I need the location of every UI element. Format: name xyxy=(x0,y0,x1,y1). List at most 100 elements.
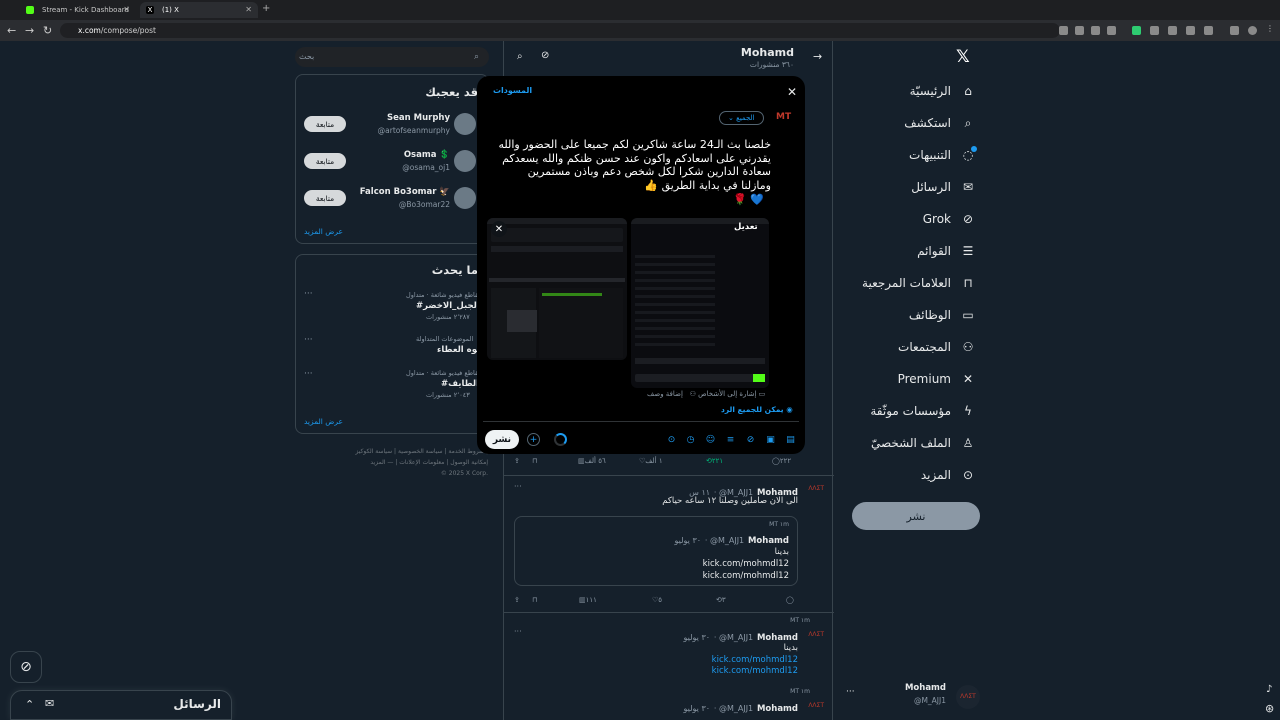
sidebar-item-lists[interactable]: ☰ القوائم xyxy=(917,239,975,263)
extension-icon[interactable] xyxy=(1230,26,1239,35)
suggested-user-name[interactable]: Osama 💲 xyxy=(404,150,450,160)
show-more-link[interactable]: عرض المزيد xyxy=(304,227,343,236)
compose-textarea[interactable]: خلصنا بث الـ24 ساعة شاكرين لكم جميعا على… xyxy=(495,138,771,192)
extension-icon[interactable] xyxy=(1168,26,1177,35)
reply-setting[interactable]: يمكن للجميع الرد ◉ xyxy=(721,405,793,414)
back-icon[interactable]: ← xyxy=(7,24,16,37)
more-dots-icon[interactable]: ··· xyxy=(514,482,522,491)
edit-image-button[interactable]: تعديل xyxy=(734,222,758,232)
sidebar-item-bookmarks[interactable]: ⊓ العلامات المرجعية xyxy=(862,271,975,295)
footer-line[interactable]: شروط الخدمة | سياسة الخصوصية | سياسة الك… xyxy=(318,446,488,457)
close-tab-icon[interactable]: ✕ xyxy=(245,5,252,14)
follow-button[interactable]: متابعة xyxy=(304,190,346,206)
tweet[interactable]: MT ١m ΛΛΣΤ ٣٠ يوليو · @M_AJJ1 Mohamd xyxy=(504,684,834,720)
gif-icon[interactable]: ▣ xyxy=(765,434,776,445)
follow-button[interactable]: متابعة xyxy=(304,153,346,169)
share-icon[interactable]: ⇪ xyxy=(514,457,520,465)
new-tab-icon[interactable]: + xyxy=(262,3,270,14)
suggested-user-name[interactable]: Falcon Bo3omar 🦅 xyxy=(360,187,450,197)
bookmark-icon[interactable]: ⊓ xyxy=(532,596,537,604)
messages-drawer[interactable]: ⌃ ✉ الرسائل xyxy=(10,690,232,720)
tweet[interactable]: MT ١m ΛΛΣΤ ··· ٣٠ يوليو · @M_AJJ1 Mohamd… xyxy=(504,612,834,684)
avatar[interactable] xyxy=(454,113,476,135)
menu-dots-icon[interactable]: ⋮ xyxy=(1266,24,1275,33)
view-count[interactable]: ▥ ٥٦ ألف xyxy=(578,457,606,465)
more-dots-icon[interactable]: ··· xyxy=(304,289,313,299)
zoom-icon[interactable] xyxy=(1091,26,1100,35)
microphone-icon[interactable]: ♪ xyxy=(1266,684,1272,695)
forward-icon[interactable]: → xyxy=(25,24,34,37)
location-icon[interactable]: ⊙ xyxy=(666,434,677,445)
sidebar-item-jobs[interactable]: ▭ الوظائف xyxy=(909,303,975,327)
add-thread-icon[interactable]: + xyxy=(527,433,540,446)
repost-count[interactable]: ⟲ ٣ xyxy=(716,596,726,604)
avatar[interactable] xyxy=(1248,26,1257,35)
like-count[interactable]: ♡ ١ ألف xyxy=(639,457,663,465)
settings-icon[interactable]: ⊛ xyxy=(1265,702,1274,715)
trend-name[interactable]: كوه العطاء xyxy=(437,345,482,355)
like-count[interactable]: ♡ ٥ xyxy=(652,596,662,604)
more-dots-icon[interactable]: ··· xyxy=(304,369,313,379)
search-icon[interactable]: ⌕ xyxy=(517,51,523,62)
star-icon[interactable] xyxy=(1107,26,1116,35)
share-icon[interactable]: ⇪ xyxy=(514,596,520,604)
extension-icon[interactable] xyxy=(1186,26,1195,35)
remove-image-icon[interactable]: ✕ xyxy=(491,221,507,237)
more-dots-icon[interactable]: ··· xyxy=(846,687,855,697)
post-button[interactable]: نشر xyxy=(485,430,519,449)
quoted-tweet[interactable]: MT ١m ٣٠ يوليو · @M_AJJ1 Mohamd بدينا ki… xyxy=(514,516,798,586)
reload-icon[interactable]: ↻ xyxy=(43,24,52,37)
tag-people-button[interactable]: إشارة إلى الأشخاص ⚇ xyxy=(690,390,757,398)
sidebar-item-communities[interactable]: ⚇ المجتمعات xyxy=(898,335,975,359)
puzzle-icon[interactable] xyxy=(1204,26,1213,35)
drafts-link[interactable]: المسودات xyxy=(493,86,532,95)
tweet[interactable]: ΛΛΣΤ ··· ١١ س · @M_AJJ1 Mohamd الى الان … xyxy=(504,475,834,612)
chevron-up-icon[interactable]: ⌃ xyxy=(25,698,34,711)
sidebar-item-premium[interactable]: ✕ Premium xyxy=(898,367,975,391)
browser-tab-x[interactable]: X (1) X ✕ xyxy=(140,2,258,18)
suggested-user-name[interactable]: Sean Murphy xyxy=(387,113,450,123)
more-dots-icon[interactable]: ··· xyxy=(304,335,313,345)
more-dots-icon[interactable]: ··· xyxy=(514,627,522,636)
sidebar-item-verified-orgs[interactable]: ϟ مؤسسات موثّقة xyxy=(870,399,975,423)
extension-icon[interactable] xyxy=(1150,26,1159,35)
tweet-link[interactable]: kick.com/mohmdl12 xyxy=(712,655,798,665)
emoji-icon[interactable]: ☺ xyxy=(705,434,716,445)
url-bar[interactable]: x.com/compose/post xyxy=(60,23,1060,38)
sidebar-item-more[interactable]: ⊙ المزيد xyxy=(921,463,975,487)
grok-icon[interactable]: ⊘ xyxy=(541,50,549,61)
show-more-link[interactable]: عرض المزيد xyxy=(304,417,343,426)
trend-name[interactable]: #الجبل_الاخضر xyxy=(416,301,480,311)
follow-button[interactable]: متابعة xyxy=(304,116,346,132)
audience-selector[interactable]: ⌄ الجميع xyxy=(719,111,764,125)
back-arrow-icon[interactable]: → xyxy=(813,50,822,63)
reply-count[interactable]: ◯ ٢٢٢ xyxy=(772,457,791,465)
attached-image-2[interactable] xyxy=(631,218,769,388)
new-message-icon[interactable]: ✉ xyxy=(45,697,54,710)
sidebar-item-profile[interactable]: ♙ الملف الشخصيّ xyxy=(871,431,975,455)
sidebar-item-messages[interactable]: ✉ الرسائل xyxy=(911,175,975,199)
screen-icon[interactable] xyxy=(1059,26,1068,35)
search-input[interactable]: بحث ⌕ xyxy=(295,47,489,67)
tweet-link[interactable]: kick.com/mohmdl12 xyxy=(712,666,798,676)
close-tab-icon[interactable]: ✕ xyxy=(123,5,130,14)
grok-floating-button[interactable]: ⊘ xyxy=(10,651,42,683)
sidebar-post-button[interactable]: نشر xyxy=(852,502,980,530)
account-switcher[interactable]: ··· Mohamd @M_AJJ1 ΛΛΣΤ xyxy=(842,683,982,713)
sidebar-item-notifications[interactable]: ◌ التنبيهات xyxy=(909,143,977,167)
image-icon[interactable]: ▤ xyxy=(785,434,796,445)
sidebar-item-home[interactable]: ⌂ الرئيسيّة xyxy=(910,79,975,103)
sidebar-item-grok[interactable]: ⊘ Grok xyxy=(923,207,975,231)
grok-icon[interactable]: ⊘ xyxy=(745,434,756,445)
x-logo-icon[interactable]: 𝕏 xyxy=(956,47,970,67)
browser-tab-kick[interactable]: Stream - Kick Dashboard ✕ xyxy=(20,2,136,18)
avatar[interactable] xyxy=(454,150,476,172)
attached-image-1[interactable] xyxy=(487,218,627,360)
sidebar-item-explore[interactable]: ⌕ استكشف xyxy=(904,111,975,135)
repost-count[interactable]: ⟲ ٢٢١ xyxy=(706,457,723,465)
poll-icon[interactable]: ≡ xyxy=(725,434,736,445)
trend-name[interactable]: #الطايف xyxy=(441,379,479,389)
footer-line[interactable]: إمكانية الوصول | معلومات الإعلانات | — ا… xyxy=(318,457,488,468)
translate-icon[interactable] xyxy=(1075,26,1084,35)
extension-shield-icon[interactable] xyxy=(1132,26,1141,35)
